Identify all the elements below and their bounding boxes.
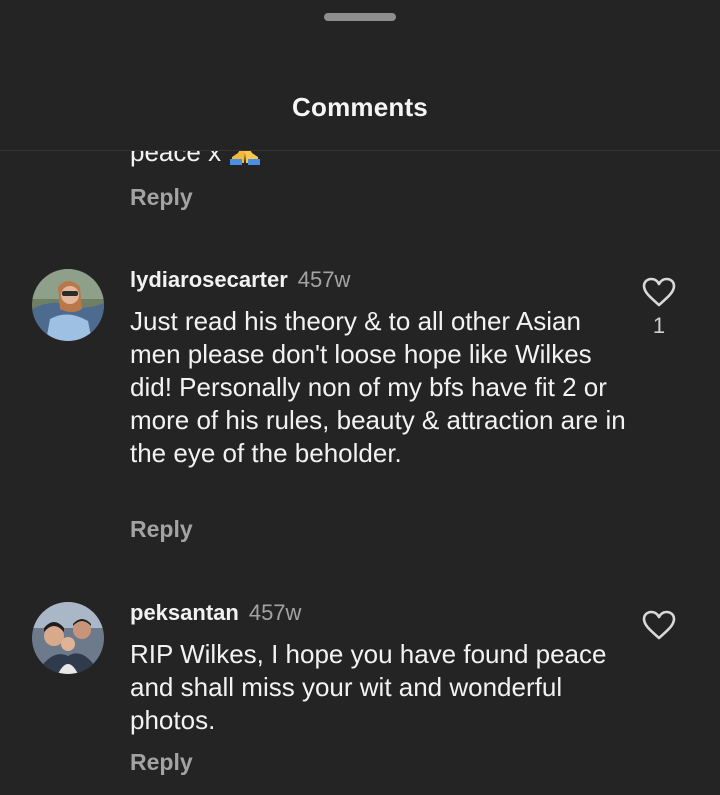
previous-comment-fragment: peace x [130,151,222,167]
comments-sheet: Comments peace x Reply lydiarosecarter 4… [0,0,720,795]
reply-button[interactable]: Reply [130,516,193,543]
drag-handle[interactable] [324,13,396,21]
comment-timestamp: 457w [297,267,351,292]
comment-username[interactable]: peksantan [130,600,239,625]
like-control: 1 [640,277,678,339]
avatar[interactable] [32,269,104,341]
reply-button[interactable]: Reply [130,749,193,776]
comments-list[interactable]: peace x Reply lydiarosecarter 457w Just … [0,151,720,795]
heart-outline-icon[interactable] [640,610,678,640]
avatar[interactable] [32,602,104,674]
page-title: Comments [292,92,428,122]
comment-text: Just read his theory & to all other Asia… [130,306,626,468]
comment-text: RIP Wilkes, I hope you have found peace … [130,639,607,735]
comment-meta: peksantan 457w [130,600,301,626]
comment-meta: lydiarosecarter 457w [130,267,350,293]
like-count: 1 [652,313,666,338]
previous-comment-reply-button[interactable]: Reply [130,184,193,211]
comment-timestamp: 457w [248,600,302,625]
comment-username[interactable]: lydiarosecarter [130,267,288,292]
previous-comment-text: peace x [130,151,262,172]
folded-hands-emoji-icon [228,151,262,172]
heart-outline-icon[interactable] [640,277,678,307]
like-control [640,610,678,640]
